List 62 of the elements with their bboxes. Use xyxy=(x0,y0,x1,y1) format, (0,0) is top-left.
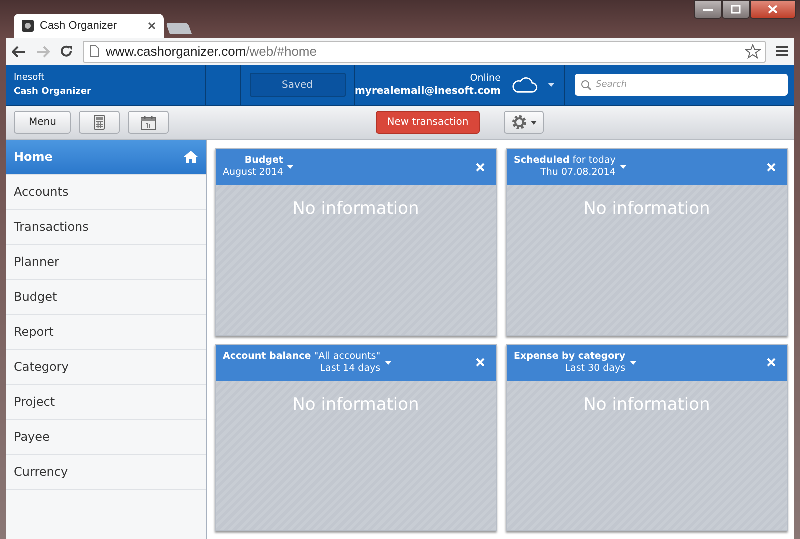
star-icon[interactable] xyxy=(745,44,761,59)
minimize-icon xyxy=(703,8,713,12)
empty-message: No information xyxy=(292,199,420,219)
sidebar-item[interactable]: Project xyxy=(6,385,206,420)
app-icon xyxy=(22,20,34,32)
widget-period: Last 30 days xyxy=(565,362,626,374)
page-icon xyxy=(90,45,100,58)
browser-tab[interactable]: Cash Organizer xyxy=(14,14,164,38)
search-field[interactable]: Search xyxy=(575,74,788,96)
caret-icon xyxy=(530,120,537,124)
reload-icon[interactable] xyxy=(60,45,73,58)
caret-icon[interactable] xyxy=(620,165,627,169)
minimize-button[interactable] xyxy=(694,0,722,19)
back-icon[interactable] xyxy=(12,46,26,58)
menu-button[interactable]: Menu xyxy=(14,111,72,134)
calendar-icon xyxy=(141,116,156,130)
new-transaction-button[interactable]: New transaction xyxy=(376,111,480,134)
settings-icon xyxy=(510,114,528,131)
tab-title: Cash Organizer xyxy=(40,20,118,32)
widget-period: Last 14 days xyxy=(320,362,381,374)
caret-icon[interactable] xyxy=(287,165,294,169)
settings-button[interactable] xyxy=(504,111,544,134)
menu-icon[interactable] xyxy=(776,46,788,57)
company-name: Inesoft xyxy=(14,73,46,83)
maximize-button[interactable] xyxy=(722,0,750,19)
close-icon xyxy=(768,5,778,14)
calendar-button[interactable] xyxy=(128,111,170,134)
widget-period: Thu 07.08.2014 xyxy=(540,167,616,179)
save-status: Saved xyxy=(250,73,346,97)
cloud-icon xyxy=(510,75,538,95)
account-email: myrealemail@inesoft.com xyxy=(355,86,501,97)
caret-icon[interactable] xyxy=(384,360,392,364)
widget-title: Account balance "All accounts" xyxy=(223,350,381,362)
sidebar-item[interactable]: Currency xyxy=(6,455,206,490)
widget-title: Scheduled for today xyxy=(514,155,616,167)
close-icon[interactable] xyxy=(148,22,156,30)
address-bar[interactable]: www.cashorganizer.com/web/#home xyxy=(83,40,766,62)
calculator-icon xyxy=(94,115,106,130)
sidebar-item[interactable]: Accounts xyxy=(6,175,206,210)
widget-period: August 2014 xyxy=(223,167,284,179)
empty-message: No information xyxy=(584,394,710,414)
search-icon xyxy=(581,80,592,91)
sidebar-item[interactable]: Category xyxy=(6,350,206,385)
home-icon xyxy=(184,151,198,163)
close-button[interactable] xyxy=(750,0,796,19)
sidebar-item[interactable]: Transactions xyxy=(6,210,206,245)
caret-icon[interactable] xyxy=(548,83,554,87)
widget-title: Budget xyxy=(244,155,284,167)
empty-message: No information xyxy=(292,394,420,414)
sidebar-item[interactable]: Report xyxy=(6,315,206,350)
sidebar-item[interactable]: Planner xyxy=(6,245,206,280)
connection-status: Online xyxy=(470,73,501,84)
sidebar-item[interactable]: Payee xyxy=(6,420,206,455)
maximize-icon xyxy=(731,5,741,14)
widget-title: Expense by category xyxy=(514,350,626,362)
app-name: Cash Organizer xyxy=(14,87,92,97)
sidebar-item[interactable]: Budget xyxy=(6,280,206,315)
calculator-button[interactable] xyxy=(79,111,120,134)
empty-message: No information xyxy=(584,199,710,219)
new-tab-button[interactable] xyxy=(166,23,192,34)
sidebar-item[interactable]: Home xyxy=(6,140,206,175)
caret-icon[interactable] xyxy=(630,360,637,364)
